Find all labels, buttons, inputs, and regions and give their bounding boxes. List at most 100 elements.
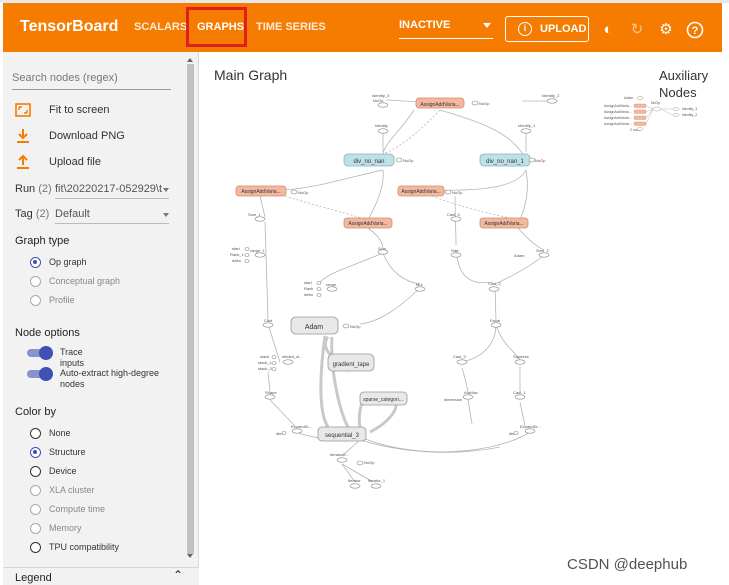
node-assign-center-label: AssignAddVaria... (348, 221, 387, 227)
node-div-no-nan-label: div_no_nan (353, 159, 384, 165)
radio-label: Conceptual graph (49, 276, 121, 286)
caret-down-icon (483, 23, 491, 28)
node-gradient-tape-label: gradient_tape (333, 362, 370, 368)
node-options-title: Node options (15, 327, 80, 339)
radio-label: Profile (49, 295, 75, 305)
op-rank: Rank (304, 286, 313, 291)
aux-identity-2: Identity_2 (682, 113, 697, 117)
radio-label: Structure (49, 447, 86, 457)
op-noop-b: NoOp (479, 101, 490, 106)
op-equal: Equal (490, 318, 500, 323)
node-assign-top-label: AssignAddVaria... (420, 102, 459, 108)
aux-assign-2: AssignAddVaria... (604, 110, 632, 114)
search-nodes-input[interactable]: Search nodes (regex) (12, 72, 171, 90)
scroll-down-icon[interactable] (187, 554, 193, 558)
toggle-knob (39, 367, 53, 381)
download-png-label: Download PNG (49, 130, 125, 142)
fit-to-screen-label: Fit to screen (49, 104, 110, 116)
op-range: range (326, 282, 337, 287)
op-delta-2: delta (304, 292, 313, 297)
radio-label: Memory (49, 523, 82, 533)
op-noop-d: NoOp (535, 158, 546, 163)
op-range-1: range_1 (250, 248, 265, 253)
op-iterator: Iterator (348, 478, 361, 483)
radio-icon (30, 276, 41, 287)
active-tab-highlight-box (186, 7, 247, 47)
run-label: Run (2) (15, 183, 52, 195)
op-cast-1: Cast_1 (513, 390, 526, 395)
radio-label: Op graph (49, 257, 87, 267)
node-adam-label: Adam (305, 324, 323, 331)
radio-icon (30, 466, 41, 477)
watermark: CSDN @deephub (567, 556, 688, 573)
app-header: TensorBoard SCALARS GRAPHS TIME SERIES I… (3, 3, 722, 52)
op-size: Size (451, 248, 460, 253)
op-delta: delta (232, 258, 241, 263)
radio-icon (30, 485, 41, 496)
settings-icon[interactable]: ⚙ (657, 21, 675, 39)
help-icon[interactable]: ? (686, 21, 704, 39)
toggle-label: Auto-extract high-degree nodes (60, 368, 160, 389)
op-start: start (232, 246, 241, 251)
refresh-icon[interactable]: ↻ (628, 21, 646, 39)
op-noop-e: NoOp (298, 190, 309, 195)
aux-noop-top: Adam (624, 96, 633, 100)
op-noop-a: NoOp (373, 98, 384, 103)
op-cast: Cast (264, 318, 273, 323)
upload-button-label: UPLOAD (540, 23, 587, 35)
scroll-up-icon[interactable] (187, 58, 193, 62)
graph-svg[interactable]: AssignAddVaria... div_no_nan div_no_nan_… (200, 52, 722, 552)
op-adam-small: Adam (514, 253, 525, 258)
op-cast-3: Cast_3 (453, 354, 466, 359)
tab-scalars[interactable]: SCALARS (134, 21, 187, 33)
radio-icon (30, 542, 41, 553)
op-strided-slice: strided_sl... (282, 354, 302, 359)
op-identity-1: Identity_1 (518, 123, 536, 128)
op-squeeze: Squeeze (513, 354, 530, 359)
node-assign-left-label: AssignAddVaria... (241, 189, 280, 195)
node-div-no-nan-1-label: div_no_nan_1 (486, 159, 524, 165)
toggle-label: Trace inputs (60, 347, 85, 368)
upload-icon (15, 154, 31, 170)
tag-label: Tag (2) (15, 208, 50, 220)
tab-time-series[interactable]: TIME SERIES (256, 21, 326, 33)
radio-icon (30, 295, 41, 306)
run-status-value: INACTIVE (399, 19, 451, 31)
radio-label: Device (49, 466, 77, 476)
op-expand-dims-1: ExpandDi... (520, 424, 541, 429)
op-identity-2: Identity_2 (542, 93, 560, 98)
aux-noop: NoOp (651, 101, 660, 105)
op-noop-c: NoOp (403, 158, 414, 163)
op-mul: Mul (416, 282, 423, 287)
radio-icon (30, 523, 41, 534)
toggle-knob (39, 346, 53, 360)
aux-assign-1: AssignAddVaria... (604, 104, 632, 108)
node-sequential-3-label: sequential_3 (325, 433, 360, 439)
op-expand-dims: ExpandDi... (291, 424, 312, 429)
graph-type-title: Graph type (15, 235, 70, 247)
node-sparse-categorical-label: sparse_categori... (363, 397, 403, 403)
op-iterator-1: Iterator_1 (368, 478, 386, 483)
theme-icon[interactable]: ◐ (599, 21, 617, 39)
op-dimension: dimension (444, 397, 462, 402)
op-stack: stack (260, 354, 269, 359)
scrollbar-thumb[interactable] (187, 64, 194, 554)
op-stack-1: stack_1 (258, 360, 273, 365)
op-noop-iter: NoOp (364, 460, 375, 465)
aux-identity-3: Identity_3 (682, 107, 697, 111)
legend-toggle[interactable]: Legend ⌃ (3, 567, 199, 585)
radio-icon (30, 504, 41, 515)
op-shape: Shape (265, 390, 277, 395)
sidebar-scrollbar[interactable] (186, 58, 195, 558)
op-cast-2: Cast_2 (488, 281, 501, 286)
op-iterator-get: IteratorG... (330, 452, 349, 457)
radio-selected-icon (30, 257, 41, 268)
radio-label: XLA cluster (49, 485, 95, 495)
radio-icon (30, 428, 41, 439)
upload-button[interactable]: i UPLOAD (505, 16, 589, 42)
op-cast-4: Cast_4 (447, 212, 460, 217)
op-stack-2: stack_2 (258, 366, 273, 371)
radio-label: TPU compatibility (49, 542, 120, 552)
run-status-select[interactable]: INACTIVE (399, 19, 493, 39)
graph-thick-edges (319, 335, 398, 434)
